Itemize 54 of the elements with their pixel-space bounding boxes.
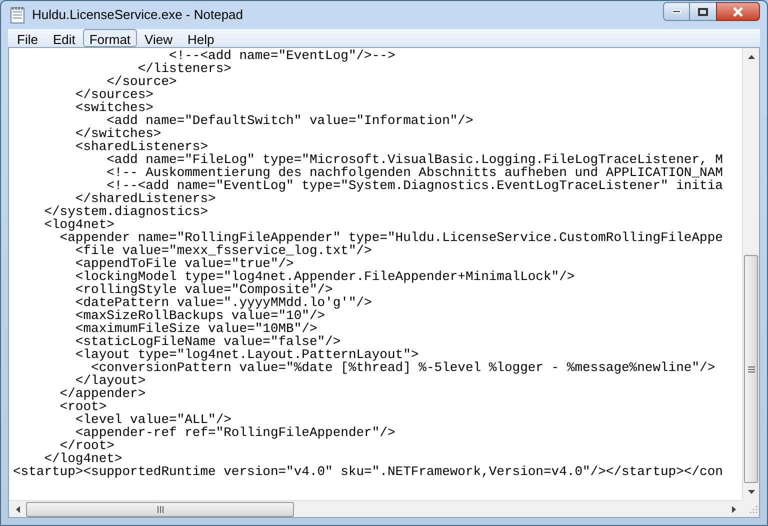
menu-item[interactable]: Edit [46, 28, 82, 47]
down-arrow-icon [748, 490, 755, 494]
text-line: <!-- Auskommentierung des nachfolgenden Abschnitts aufheben und APPLICATION_NAM [106, 166, 723, 179]
text-line: <log4net> [43, 218, 114, 231]
text-line: <appender name="RollingFileAppender" type="Huldu.LicenseService.CustomRollingFileAppe [60, 231, 723, 244]
menu-item[interactable]: File [10, 28, 45, 47]
text-line: <level value="ALL"/> [74, 413, 232, 426]
text-line: <rollingStyle value="Composite"/> [74, 283, 333, 296]
text-line: </appender> [58, 387, 146, 400]
grip-icon [748, 366, 754, 372]
text-line: <datePattern value=".yyyyMMdd.lo'g'"/> [74, 296, 372, 309]
up-arrow-icon [748, 54, 755, 58]
vertical-scrollbar[interactable] [742, 48, 759, 500]
window-title: Huldu.LicenseService.exe - Notepad [32, 6, 244, 24]
grip-icon [156, 506, 164, 512]
menu-item[interactable]: Format [83, 28, 137, 47]
text-line: <conversionPattern value="%date [%thread] %-5level %logger - %message%newline"/> [91, 361, 716, 374]
text-line: <lockingModel type="log4net.Appender.FileAppender+MinimalLock"/> [74, 270, 575, 283]
text-line: <!--<add name="EventLog"/>--> [169, 49, 396, 62]
close-button[interactable] [716, 2, 760, 22]
text-line: <maximumFileSize value="10MB"/> [74, 322, 318, 335]
menu-item[interactable]: View [138, 28, 180, 47]
text-line: </root> [60, 439, 114, 452]
text-line: <startup><supportedRuntime version="v4.0" sku=".NETFramework,Version=v4.0"/></startup></con [13, 465, 723, 478]
text-line: <staticLogFileName value="false"/> [74, 335, 341, 348]
text-line: </sharedListeners> [75, 192, 216, 205]
text-line: <appender-ref ref="RollingFileAppender"/> [75, 426, 396, 439]
text-line: <root> [58, 400, 107, 413]
text-line: </switches> [74, 127, 162, 140]
right-arrow-icon [732, 506, 736, 512]
scrollbar-thumb[interactable] [26, 502, 294, 516]
text-line: <add name="DefaultSwitch" value="Information"/> [106, 114, 474, 127]
horizontal-scrollbar[interactable] [9, 500, 742, 517]
text-line: </listeners> [138, 62, 232, 75]
text-line: </layout> [75, 374, 146, 387]
left-arrow-icon [16, 506, 20, 512]
text-line: <switches> [74, 101, 154, 114]
maximize-button[interactable] [690, 2, 716, 22]
text-line: </source> [106, 75, 177, 88]
text-line: </system.diagnostics> [43, 205, 208, 218]
text-line: </sources> [74, 88, 154, 101]
close-icon [732, 6, 744, 17]
text-line: <!--<add name="EventLog" type="System.Diagnostics.EventLogTraceListener" initia [106, 179, 723, 192]
minimize-button[interactable] [663, 2, 690, 22]
text-line: <appendToFile value="true"/> [74, 257, 294, 270]
scrollbar-thumb[interactable] [744, 255, 758, 483]
text-line: <layout type="log4net.Layout.PatternLayout"> [74, 348, 419, 361]
text-line: <maxSizeRollBackups value="10"/> [74, 309, 326, 322]
notepad-icon [10, 6, 26, 24]
text-line: <file value="mexx_fsservice_log.txt"/> [75, 244, 372, 257]
text-line: <add name="FileLog" type="Microsoft.VisualBasic.Logging.FileLogTraceListener, M [106, 153, 723, 166]
text-line: </log4net> [44, 452, 122, 465]
text-line: <sharedListeners> [74, 140, 208, 153]
menu-item[interactable]: Help [180, 28, 222, 47]
